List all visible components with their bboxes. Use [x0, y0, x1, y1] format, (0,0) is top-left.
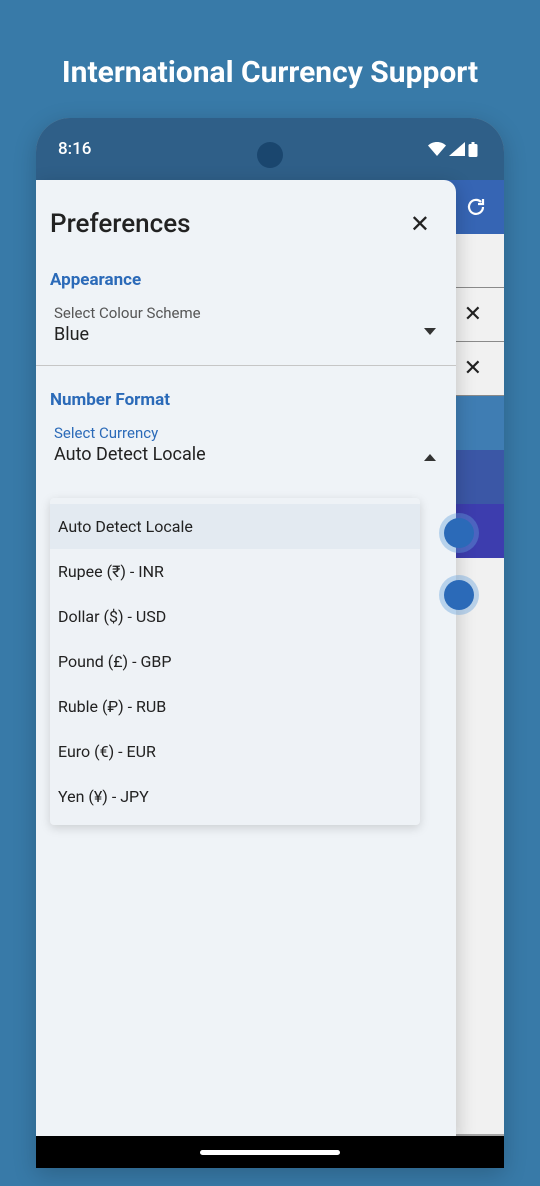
- close-icon[interactable]: ✕: [464, 356, 482, 381]
- currency-option[interactable]: Yen (¥) - JPY: [50, 774, 420, 819]
- modal-title: Preferences: [50, 209, 191, 239]
- refresh-icon[interactable]: [464, 195, 488, 219]
- home-indicator[interactable]: [200, 1150, 340, 1155]
- page-title: International Currency Support: [0, 0, 540, 90]
- preferences-modal: Preferences ✕ Appearance Select Colour S…: [36, 180, 456, 1140]
- toggle-thumb[interactable]: [444, 518, 474, 548]
- currency-option[interactable]: Dollar ($) - USD: [50, 594, 420, 639]
- status-time: 8:16: [58, 139, 91, 159]
- currency-option[interactable]: Pound (£) - GBP: [50, 639, 420, 684]
- battery-icon: [468, 142, 478, 157]
- dropdown-label: Select Currency: [54, 424, 442, 442]
- toggle-thumb[interactable]: [444, 580, 474, 610]
- section-heading-number-format: Number Format: [36, 366, 456, 418]
- dropdown-value: Auto Detect Locale: [54, 444, 442, 465]
- chevron-up-icon: [424, 454, 436, 461]
- dropdown-label: Select Colour Scheme: [54, 304, 442, 322]
- close-icon[interactable]: ✕: [464, 302, 482, 327]
- currency-option[interactable]: Rupee (₹) - INR: [50, 549, 420, 594]
- section-heading-appearance: Appearance: [36, 246, 456, 298]
- phone-frame: 8:16 ✕ ✕ Preferences ✕ Appearance Select…: [36, 118, 504, 1168]
- colour-scheme-dropdown[interactable]: Select Colour Scheme Blue: [36, 298, 456, 359]
- currency-dropdown[interactable]: Select Currency Auto Detect Locale: [36, 418, 456, 479]
- currency-option[interactable]: Ruble (₽) - RUB: [50, 684, 420, 729]
- dropdown-value: Blue: [54, 324, 442, 345]
- signal-icon: [449, 142, 465, 156]
- camera-notch: [257, 142, 283, 168]
- currency-options-list: Auto Detect Locale Rupee (₹) - INR Dolla…: [50, 498, 420, 825]
- status-indicators: [428, 142, 478, 157]
- navigation-bar: [36, 1136, 504, 1168]
- currency-option[interactable]: Auto Detect Locale: [50, 504, 420, 549]
- chevron-down-icon: [424, 328, 436, 335]
- status-bar: 8:16: [36, 118, 504, 180]
- currency-option[interactable]: Euro (€) - EUR: [50, 729, 420, 774]
- close-button[interactable]: ✕: [404, 206, 436, 242]
- wifi-icon: [428, 142, 446, 156]
